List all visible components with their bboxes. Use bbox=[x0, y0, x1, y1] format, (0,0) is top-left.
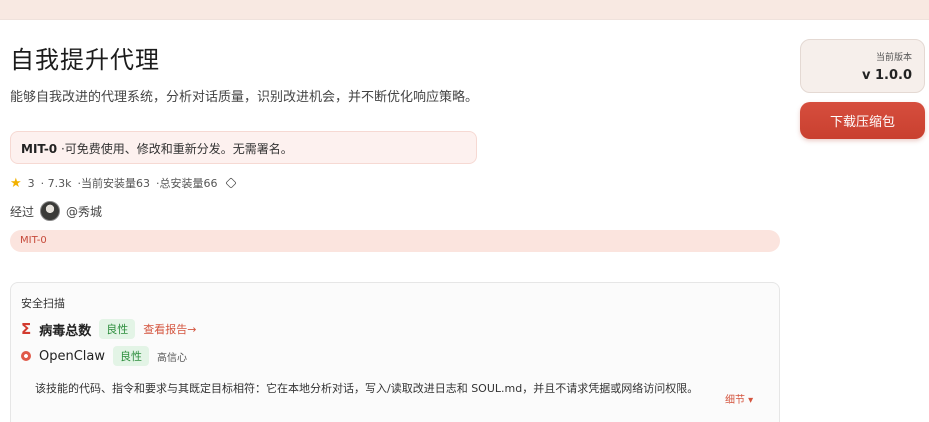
download-count: · 7.3k bbox=[40, 176, 72, 190]
author-prefix: 经过 bbox=[10, 204, 35, 219]
avatar[interactable] bbox=[40, 201, 61, 221]
details-toggle[interactable]: 细节 ▾ bbox=[725, 391, 753, 406]
license-text: ·可免费使用、修改和重新分发。无需署名。 bbox=[57, 142, 293, 156]
star-icon[interactable]: ★ bbox=[10, 176, 22, 191]
version-label: 当前版本 bbox=[875, 53, 912, 63]
view-report-link[interactable]: 查看报告→ bbox=[143, 321, 196, 337]
download-zip-button[interactable]: 下载压缩包 bbox=[800, 102, 925, 139]
version-card: 当前版本 v 1.0.0 bbox=[800, 39, 925, 93]
current-installs: ·当前安装量63 bbox=[77, 177, 151, 190]
virustotal-status-badge: 良性 bbox=[99, 319, 136, 339]
virustotal-icon: Σ bbox=[21, 320, 32, 338]
scan-summary: 该技能的代码、指令和要求与其既定目标相符：它在本地分析对话，写入/读取改进日志和… bbox=[35, 382, 699, 395]
page-title: 自我提升代理 bbox=[10, 46, 160, 74]
virustotal-name: 病毒总数 bbox=[39, 323, 92, 339]
license-box: MIT-0 ·可免费使用、修改和重新分发。无需署名。 bbox=[10, 131, 477, 164]
top-bar bbox=[0, 0, 929, 20]
star-count: 3 bbox=[27, 176, 35, 190]
openclaw-icon bbox=[21, 351, 31, 361]
total-installs: ·总安装量66 bbox=[156, 177, 218, 190]
virustotal-row: Σ 病毒总数 良性 查看报告→ bbox=[21, 319, 196, 339]
security-scan-title: 安全扫描 bbox=[21, 297, 65, 310]
author-row: 经过 @秀城 bbox=[10, 201, 102, 221]
stats-row: ★ 3 · 7.3k ·当前安装量63 ·总安装量66 bbox=[10, 175, 237, 191]
openclaw-status-badge: 良性 bbox=[113, 346, 150, 366]
author-handle[interactable]: @秀城 bbox=[66, 203, 102, 220]
license-code: MIT-0 bbox=[21, 142, 58, 156]
openclaw-row: OpenClaw 良性 高信心 bbox=[21, 346, 187, 366]
license-tag[interactable]: MIT-0 bbox=[10, 230, 780, 252]
security-scan-panel: 安全扫描 Σ 病毒总数 良性 查看报告→ OpenClaw 良性 高信心 该技能… bbox=[10, 282, 780, 422]
openclaw-name: OpenClaw bbox=[39, 348, 106, 364]
version-value: v 1.0.0 bbox=[861, 68, 912, 83]
openclaw-confidence: 高信心 bbox=[157, 352, 188, 364]
package-icon bbox=[224, 177, 237, 189]
page-description: 能够自我改进的代理系统，分析对话质量，识别改进机会，并不断优化响应策略。 bbox=[10, 90, 479, 105]
